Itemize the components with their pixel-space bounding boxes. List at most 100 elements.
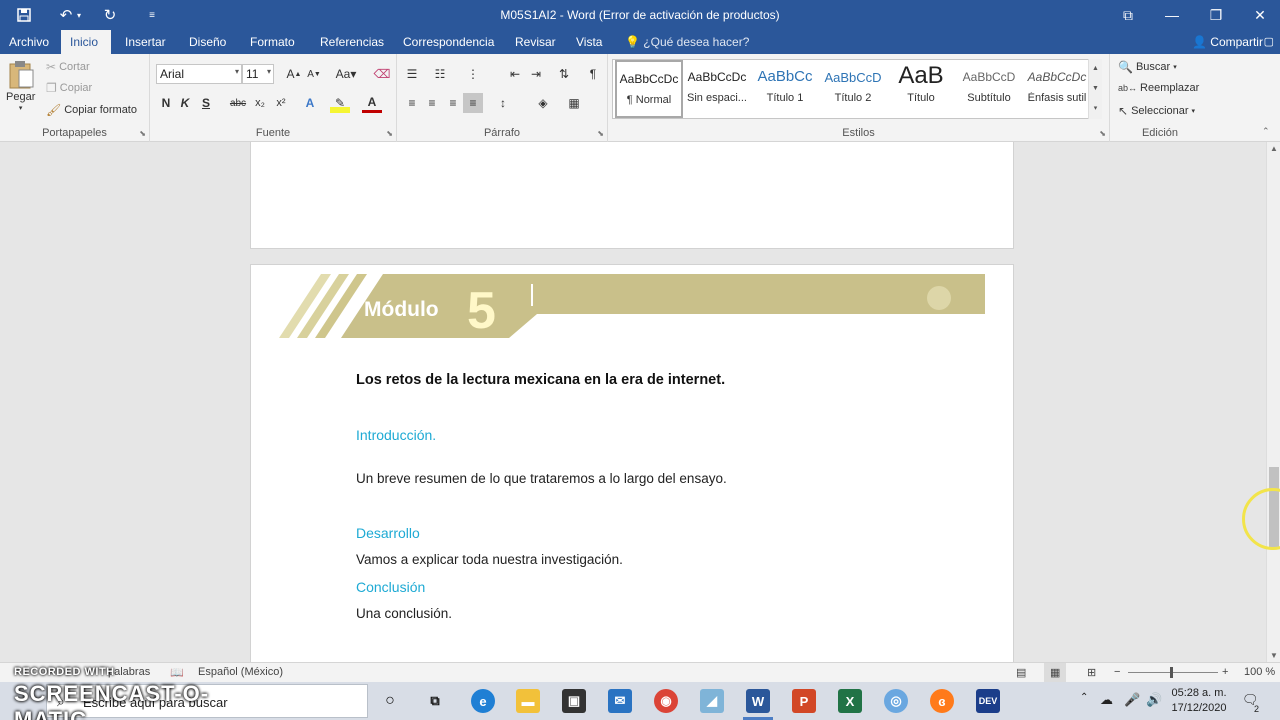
- tab-diseno[interactable]: Diseño: [180, 30, 235, 54]
- collapse-ribbon-chevron-icon[interactable]: ⌃: [1262, 126, 1270, 137]
- screencast-icon[interactable]: ◎: [884, 689, 908, 713]
- volume-icon[interactable]: 🔊: [1146, 692, 1162, 708]
- font-family-select[interactable]: Arial ▾: [156, 64, 242, 84]
- increase-indent-icon[interactable]: ⇥: [526, 64, 546, 84]
- borders-icon[interactable]: ▦: [564, 93, 584, 113]
- dev-cpp-icon[interactable]: DEV: [976, 689, 1000, 713]
- ribbon-display-options-icon[interactable]: ⧉: [1106, 0, 1150, 30]
- chrome-icon[interactable]: ◉: [654, 689, 678, 713]
- shading-icon[interactable]: ◈: [533, 93, 553, 113]
- style-no-spacing[interactable]: AaBbCcDc Sin espaci...: [683, 60, 751, 118]
- read-mode-icon[interactable]: ▤: [1016, 666, 1026, 679]
- page-current[interactable]: Módulo 5 Los retos de la lectura mexican…: [250, 264, 1014, 662]
- maximize-icon[interactable]: ❐: [1194, 0, 1238, 30]
- multilevel-list-icon[interactable]: ⋮: [463, 64, 483, 84]
- file-explorer-icon[interactable]: ▬: [516, 689, 540, 713]
- edge-icon[interactable]: e: [471, 689, 495, 713]
- style-title[interactable]: AaB Título: [887, 60, 955, 118]
- clear-formatting-icon[interactable]: ⌫: [372, 64, 392, 84]
- align-center-icon[interactable]: ≡: [422, 93, 442, 113]
- font-launcher-icon[interactable]: ⬊: [386, 129, 393, 138]
- find-button[interactable]: 🔍 Buscar ▾: [1118, 60, 1177, 74]
- firefox-icon[interactable]: ɞ: [930, 689, 954, 713]
- paragraph-launcher-icon[interactable]: ⬊: [597, 129, 604, 138]
- styles-launcher-icon[interactable]: ⬊: [1099, 129, 1106, 138]
- shrink-font-icon[interactable]: A ▼: [304, 64, 324, 84]
- scroll-down-icon[interactable]: ▼: [1267, 651, 1280, 660]
- style-heading-1[interactable]: AaBbCc Título 1: [751, 60, 819, 118]
- zoom-level[interactable]: 100 %: [1244, 666, 1275, 678]
- word-icon[interactable]: W: [746, 689, 770, 713]
- underline-button[interactable]: S: [196, 93, 216, 113]
- subscript-button[interactable]: x₂: [250, 93, 270, 113]
- zoom-slider-knob[interactable]: [1170, 667, 1173, 678]
- cortana-icon[interactable]: ○: [378, 689, 402, 713]
- show-formatting-marks-icon[interactable]: ¶: [583, 64, 603, 84]
- bold-button[interactable]: N: [156, 93, 176, 113]
- line-spacing-icon[interactable]: ↕: [493, 93, 513, 113]
- font-size-select[interactable]: 11 ▾: [242, 64, 274, 84]
- superscript-button[interactable]: x²: [271, 93, 291, 113]
- styles-gallery-scroll[interactable]: ▲ ▼ ▾: [1088, 59, 1102, 119]
- zoom-slider[interactable]: [1128, 672, 1218, 673]
- tab-referencias[interactable]: Referencias: [311, 30, 393, 54]
- paste-button[interactable]: Pegar ▾: [6, 60, 35, 112]
- tab-vista[interactable]: Vista: [567, 30, 611, 54]
- copy-button[interactable]: ❐ Copiar: [46, 81, 92, 95]
- close-icon[interactable]: ✕: [1238, 0, 1280, 30]
- style-normal[interactable]: AaBbCcDc ¶ Normal: [615, 60, 683, 118]
- zoom-out-icon[interactable]: −: [1114, 666, 1120, 678]
- align-right-icon[interactable]: ≡: [443, 93, 463, 113]
- onedrive-icon[interactable]: ☁: [1100, 692, 1113, 708]
- print-layout-icon[interactable]: ▦: [1044, 663, 1067, 682]
- style-heading-2[interactable]: AaBbCcD Título 2: [819, 60, 887, 118]
- font-color-icon[interactable]: A: [362, 93, 382, 113]
- text-effects-icon[interactable]: A: [300, 93, 320, 113]
- grow-font-icon[interactable]: A ▲: [284, 64, 304, 84]
- align-left-icon[interactable]: ≡: [402, 93, 422, 113]
- cut-button[interactable]: ✂ Cortar: [46, 60, 90, 74]
- powerpoint-icon[interactable]: P: [792, 689, 816, 713]
- more-styles-icon[interactable]: ▾: [1089, 99, 1102, 119]
- app-icon[interactable]: ◢: [700, 689, 724, 713]
- style-subtitle[interactable]: AaBbCcD Subtítulo: [955, 60, 1023, 118]
- tab-formato[interactable]: Formato: [241, 30, 304, 54]
- select-button[interactable]: ↖ Seleccionar ▾: [1118, 104, 1195, 118]
- minimize-icon[interactable]: —: [1150, 0, 1194, 30]
- style-subtle-emphasis[interactable]: AaBbCcDc Énfasis sutil: [1023, 60, 1091, 118]
- document-area[interactable]: Módulo 5 Los retos de la lectura mexican…: [0, 142, 1266, 662]
- chevron-down-icon[interactable]: ▼: [1089, 79, 1102, 99]
- share-button[interactable]: 👤 Compartir: [1192, 30, 1263, 54]
- system-clock[interactable]: 05:28 a. m. 17/12/2020: [1168, 686, 1230, 716]
- store-icon[interactable]: ▣: [562, 689, 586, 713]
- clipboard-launcher-icon[interactable]: ⬊: [139, 129, 146, 138]
- excel-icon[interactable]: X: [838, 689, 862, 713]
- tell-me-box[interactable]: 💡 ¿Qué desea hacer?: [625, 30, 749, 54]
- strikethrough-button[interactable]: abc: [225, 93, 251, 113]
- numbering-icon[interactable]: ☷: [430, 64, 450, 84]
- tab-archivo[interactable]: Archivo: [0, 30, 58, 54]
- sort-icon[interactable]: ⇅: [554, 64, 574, 84]
- show-hidden-icons-icon[interactable]: ⌃: [1080, 692, 1088, 703]
- tab-revisar[interactable]: Revisar: [506, 30, 565, 54]
- change-case-icon[interactable]: Aa▾: [332, 64, 360, 84]
- tab-inicio[interactable]: Inicio: [61, 30, 111, 54]
- zoom-in-icon[interactable]: +: [1222, 666, 1228, 678]
- bullets-icon[interactable]: ☰: [402, 64, 422, 84]
- collapse-ribbon-icon[interactable]: ▢: [1264, 30, 1274, 54]
- tab-correspondencia[interactable]: Correspondencia: [394, 30, 503, 54]
- vertical-scrollbar[interactable]: ▲ ▼: [1266, 142, 1280, 662]
- scroll-up-icon[interactable]: ▲: [1267, 144, 1280, 153]
- task-view-icon[interactable]: ⧉: [423, 689, 447, 713]
- microphone-icon[interactable]: 🎤: [1124, 692, 1140, 708]
- tab-insertar[interactable]: Insertar: [116, 30, 175, 54]
- decrease-indent-icon[interactable]: ⇤: [505, 64, 525, 84]
- chevron-up-icon[interactable]: ▲: [1089, 59, 1102, 79]
- web-layout-icon[interactable]: ⊞: [1087, 666, 1096, 679]
- replace-button[interactable]: ab↔ Reemplazar: [1118, 82, 1199, 94]
- highlight-color-icon[interactable]: ✎: [330, 93, 350, 113]
- format-painter-button[interactable]: 🖌 Copiar formato: [46, 103, 137, 117]
- italic-button[interactable]: K: [175, 93, 195, 113]
- justify-icon[interactable]: ≡: [463, 93, 483, 113]
- mail-icon[interactable]: ✉: [608, 689, 632, 713]
